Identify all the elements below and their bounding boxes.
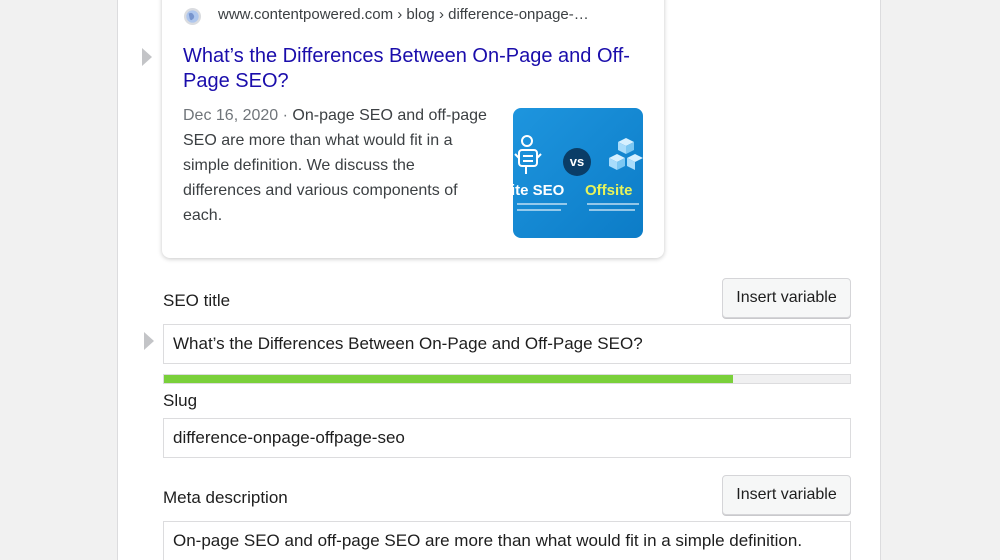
snippet-description: Dec 16, 2020 · On-page SEO and off-page … [183, 103, 495, 228]
seo-title-length-progress [163, 374, 851, 384]
cubes-icon [609, 138, 643, 170]
seo-title-caret[interactable] [144, 332, 154, 350]
vs-badge: vs [563, 148, 591, 176]
slug-label: Slug [163, 391, 198, 410]
thumb-caption-line [517, 209, 561, 211]
meta-description-insert-variable-button[interactable]: Insert variable [722, 475, 851, 515]
snippet-date: Dec 16, 2020 [183, 107, 279, 124]
thumb-offsite-label: Offsite [585, 182, 633, 199]
snippet-description-text: On-page SEO and off-page SEO are more th… [183, 107, 487, 224]
seo-title-input[interactable]: What’s the Differences Between On-Page a… [163, 324, 851, 364]
snippet-thumbnail: vs ite SEO Offsite [513, 108, 643, 238]
thumb-onsite-label: ite SEO [513, 182, 565, 199]
snippet-title-link[interactable]: What’s the Differences Between On-Page a… [183, 44, 653, 94]
robot-icon [514, 135, 542, 174]
globe-icon [183, 7, 202, 26]
thumb-caption-line [589, 209, 635, 211]
thumb-caption-line [517, 203, 567, 205]
preview-collapse-caret[interactable] [142, 48, 152, 66]
slug-input[interactable]: difference-onpage-offpage-seo [163, 418, 851, 458]
date-separator: · [278, 107, 293, 124]
seo-title-progress-fill [164, 375, 734, 383]
meta-description-label: Meta description [163, 488, 288, 507]
snippet-breadcrumb: www.contentpowered.com › blog › differen… [218, 6, 589, 23]
seo-title-label: SEO title [163, 291, 231, 310]
thumb-caption-line [587, 203, 639, 205]
seo-title-insert-variable-button[interactable]: Insert variable [722, 278, 851, 318]
meta-description-input[interactable]: On-page SEO and off-page SEO are more th… [163, 521, 851, 560]
